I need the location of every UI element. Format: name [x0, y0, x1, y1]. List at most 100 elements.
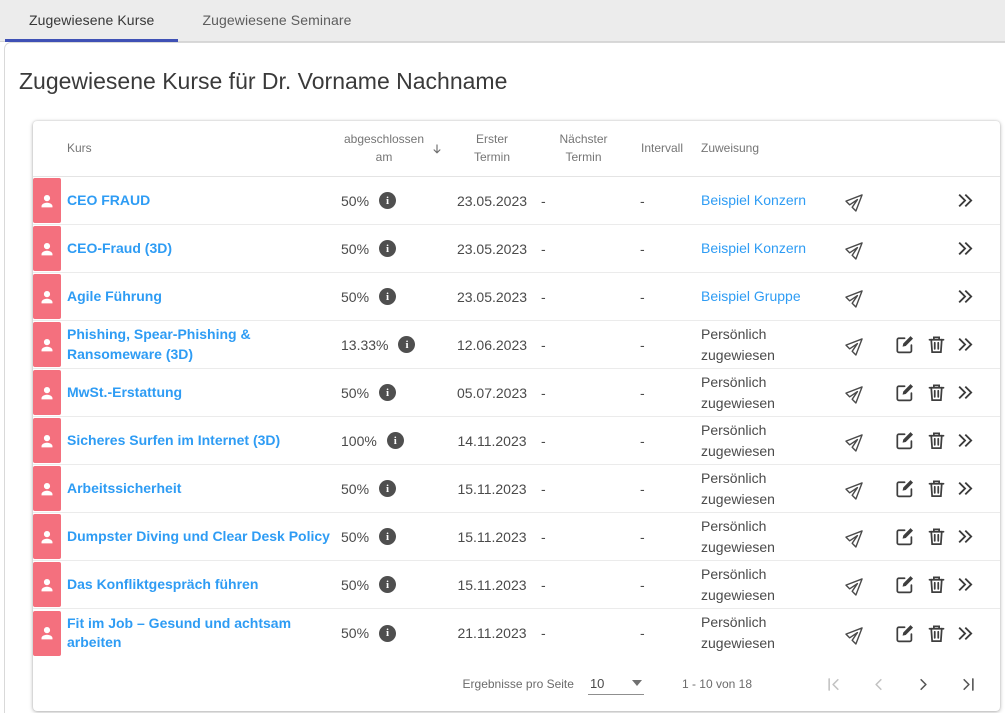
trash-icon: [926, 526, 947, 547]
send-button[interactable]: [846, 238, 867, 259]
edit-button[interactable]: [893, 429, 916, 452]
assignment-group-link[interactable]: Beispiel Konzern: [701, 240, 806, 256]
course-cell: Agile Führung: [61, 287, 337, 306]
course-cell: Arbeitssicherheit: [61, 479, 337, 498]
expand-row-button[interactable]: [955, 430, 976, 451]
completed-percent: 100%: [341, 433, 377, 449]
edit-button[interactable]: [893, 525, 916, 548]
delete-button[interactable]: [926, 334, 947, 355]
send-button[interactable]: [846, 623, 867, 644]
interval-cell: -: [632, 289, 692, 305]
expand-row-button[interactable]: [955, 334, 976, 355]
completed-cell: 50% i: [337, 384, 449, 401]
send-button[interactable]: [846, 190, 867, 211]
send-button[interactable]: [846, 430, 867, 451]
info-icon[interactable]: i: [379, 576, 396, 593]
assignment-cell: Persönlich zugewiesen Persönlich zugewie…: [692, 324, 832, 366]
sort-desc-arrow-icon[interactable]: [430, 142, 444, 156]
edit-button[interactable]: [893, 573, 916, 596]
first-date-cell: 15.11.2023: [449, 529, 535, 545]
course-link[interactable]: Phishing, Spear-Phishing & Ransomeware (…: [67, 325, 331, 364]
delete-button[interactable]: [926, 623, 947, 644]
edit-button[interactable]: [893, 381, 916, 404]
info-icon[interactable]: i: [379, 625, 396, 642]
edit-icon: [893, 622, 916, 645]
info-icon[interactable]: i: [387, 432, 404, 449]
course-link[interactable]: Agile Führung: [67, 287, 162, 306]
edit-button[interactable]: [893, 622, 916, 645]
completed-cell: 50% i: [337, 576, 449, 593]
assignment-group-link[interactable]: Beispiel Gruppe: [701, 288, 801, 304]
first-page-button[interactable]: [824, 675, 843, 694]
next-page-button[interactable]: [914, 675, 933, 694]
send-button[interactable]: [846, 574, 867, 595]
expand-row-button[interactable]: [955, 574, 976, 595]
page-size-select[interactable]: 10: [588, 674, 644, 695]
table-row: CEO-Fraud (3D) 50% i 23.05.2023 - - Beis…: [33, 225, 1000, 273]
person-icon: [38, 336, 56, 354]
course-link[interactable]: CEO-Fraud (3D): [67, 239, 172, 258]
delete-button[interactable]: [926, 478, 947, 499]
person-icon: [38, 624, 56, 642]
send-button[interactable]: [846, 526, 867, 547]
expand-row-button[interactable]: [955, 382, 976, 403]
info-icon[interactable]: i: [379, 240, 396, 257]
delete-button[interactable]: [926, 526, 947, 547]
expand-row-button[interactable]: [955, 623, 976, 644]
info-icon[interactable]: i: [398, 336, 415, 353]
column-header-naechster-termin: Nächster Termin: [535, 131, 632, 166]
assignment-group-link[interactable]: Beispiel Konzern: [701, 192, 806, 208]
expand-row-button[interactable]: [955, 478, 976, 499]
completed-percent: 50%: [341, 385, 369, 401]
results-per-page-label: Ergebnisse pro Seite: [463, 677, 574, 691]
first-date-cell: 15.11.2023: [449, 577, 535, 593]
info-icon[interactable]: i: [379, 192, 396, 209]
course-link[interactable]: Fit im Job – Gesund und achtsam arbeiten: [67, 614, 331, 653]
expand-row-button[interactable]: [955, 526, 976, 547]
column-header-abgeschlossen-am[interactable]: abgeschlossen am: [337, 131, 449, 166]
edit-button[interactable]: [893, 333, 916, 356]
trash-icon: [926, 382, 947, 403]
send-icon: [842, 618, 872, 648]
delete-button[interactable]: [926, 430, 947, 451]
send-button[interactable]: [846, 286, 867, 307]
expand-row-button[interactable]: [955, 190, 976, 211]
edit-icon: [893, 381, 916, 404]
chevron-right-icon: [914, 675, 933, 694]
completed-cell: 50% i: [337, 288, 449, 305]
avatar: [33, 322, 61, 367]
course-link[interactable]: MwSt.-Erstattung: [67, 383, 182, 402]
course-link[interactable]: Arbeitssicherheit: [67, 479, 181, 498]
info-icon[interactable]: i: [379, 288, 396, 305]
send-icon: [842, 378, 872, 408]
assignment-cell: Beispiel Konzern Beispiel Konzern: [692, 190, 832, 211]
send-button[interactable]: [846, 334, 867, 355]
delete-button[interactable]: [926, 382, 947, 403]
course-link[interactable]: Dumpster Diving und Clear Desk Policy: [67, 527, 330, 546]
send-button[interactable]: [846, 382, 867, 403]
interval-cell: -: [632, 193, 692, 209]
edit-button[interactable]: [893, 477, 916, 500]
tab-zugewiesene-kurse[interactable]: Zugewiesene Kurse: [5, 0, 178, 42]
info-icon[interactable]: i: [379, 384, 396, 401]
first-date-cell: 23.05.2023: [449, 289, 535, 305]
course-link[interactable]: Sicheres Surfen im Internet (3D): [67, 431, 280, 450]
double-chevron-right-icon: [955, 286, 976, 307]
delete-button[interactable]: [926, 574, 947, 595]
info-icon[interactable]: i: [379, 480, 396, 497]
previous-page-button[interactable]: [869, 675, 888, 694]
course-link[interactable]: CEO FRAUD: [67, 191, 150, 210]
info-icon[interactable]: i: [379, 528, 396, 545]
course-link[interactable]: Das Konfliktgespräch führen: [67, 575, 258, 594]
tab-zugewiesene-seminare[interactable]: Zugewiesene Seminare: [178, 0, 375, 42]
table-row: CEO FRAUD 50% i 23.05.2023 - - Beispiel …: [33, 177, 1000, 225]
expand-row-button[interactable]: [955, 286, 976, 307]
edit-icon: [893, 429, 916, 452]
send-button[interactable]: [846, 478, 867, 499]
last-page-button[interactable]: [959, 675, 978, 694]
row-actions: [832, 609, 1000, 657]
expand-row-button[interactable]: [955, 238, 976, 259]
avatar: [33, 514, 61, 559]
tab-label: Zugewiesene Kurse: [29, 12, 154, 28]
person-icon: [38, 480, 56, 498]
